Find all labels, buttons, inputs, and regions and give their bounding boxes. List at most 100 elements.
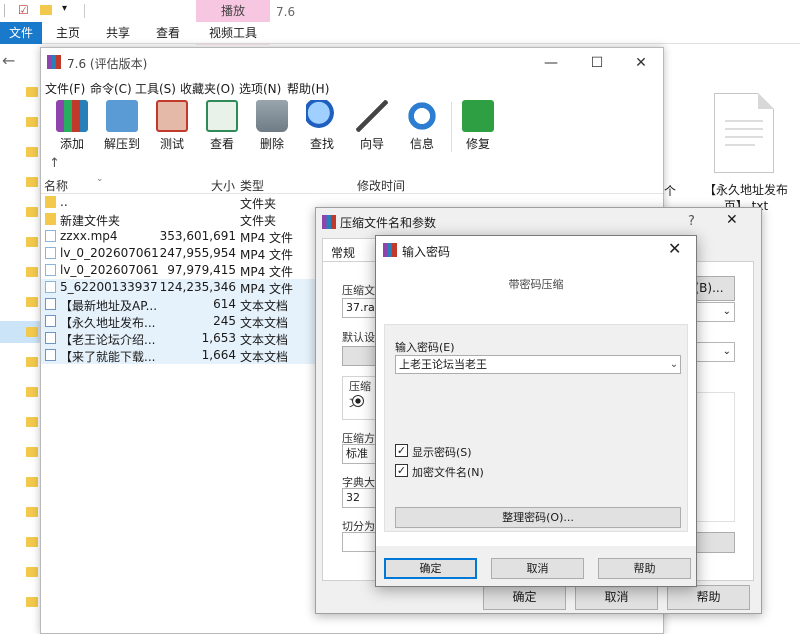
winrar-app-icon	[322, 215, 336, 229]
toolbar-separator	[451, 102, 452, 152]
repair-button[interactable]: 修复	[453, 100, 503, 156]
nav-folder-icon[interactable]	[26, 447, 38, 457]
nav-folder-icon[interactable]	[26, 117, 38, 127]
close-icon[interactable]: ✕	[668, 239, 681, 258]
menu-commands[interactable]: 命令(C)	[90, 80, 132, 97]
organize-passwords-button[interactable]: 整理密码(O)...	[395, 507, 681, 528]
info-icon	[406, 100, 438, 132]
customize-dropdown-icon[interactable]: ▾	[62, 3, 67, 14]
nav-folder-icon[interactable]	[26, 567, 38, 577]
nav-folder-icon[interactable]	[26, 327, 38, 337]
chevron-down-icon[interactable]: ⌄	[668, 356, 680, 373]
winrar-app-icon	[383, 243, 397, 257]
nav-folder-icon[interactable]	[26, 477, 38, 487]
up-folder-row: ↑	[41, 156, 663, 174]
ok-button[interactable]: 确定	[384, 558, 477, 579]
menu-options[interactable]: 选项(N)	[239, 80, 281, 97]
password-dialog-footer: 确定 取消 帮助	[376, 546, 696, 586]
winrar-toolbar: 添加 解压到 测试 查看 删除 查找 向导 信息 修复	[41, 98, 663, 156]
ok-button[interactable]: 确定	[483, 585, 566, 610]
trash-icon	[256, 100, 288, 132]
nav-folder-icon[interactable]	[26, 207, 38, 217]
nav-folder-icon[interactable]	[26, 357, 38, 367]
tab-file[interactable]: 文件	[0, 22, 42, 44]
nav-folder-icon[interactable]	[26, 597, 38, 607]
checkbox-checked-icon[interactable]: ✓	[395, 444, 408, 457]
video-file-icon	[45, 247, 56, 259]
info-button[interactable]: 信息	[397, 100, 447, 156]
text-file-icon	[45, 298, 56, 310]
archive-name-label: 压缩文	[342, 284, 375, 297]
text-file-icon	[45, 332, 56, 344]
folder-extract-icon	[106, 100, 138, 132]
password-input[interactable]: 上老王论坛当老王 ⌄	[395, 355, 681, 374]
up-arrow-icon[interactable]: ↑	[49, 156, 60, 171]
column-name[interactable]: 名称	[44, 177, 68, 194]
test-button[interactable]: 测试	[147, 100, 197, 156]
nav-folder-icon[interactable]	[26, 147, 38, 157]
nav-folder-icon[interactable]	[26, 237, 38, 247]
folder-icon	[45, 213, 56, 225]
nav-folder-icon[interactable]	[26, 267, 38, 277]
password-subtitle: 带密码压缩	[508, 278, 564, 291]
tab-home[interactable]: 主页	[48, 22, 88, 44]
maximize-button[interactable]: ☐	[577, 52, 617, 74]
help-question-icon[interactable]: ?	[688, 214, 695, 229]
properties-checkbox-icon[interactable]: ☑	[18, 3, 29, 17]
close-button[interactable]: ✕	[621, 52, 661, 74]
quick-access-divider	[4, 4, 14, 17]
back-arrow-icon[interactable]: ←	[2, 51, 15, 70]
extract-to-button[interactable]: 解压到	[97, 100, 147, 156]
close-icon[interactable]: ✕	[726, 212, 738, 228]
menu-file[interactable]: 文件(F)	[45, 80, 85, 97]
magnifier-icon	[306, 100, 338, 132]
profile-label: 默认设	[342, 331, 375, 344]
help-button[interactable]: 帮助	[667, 585, 750, 610]
checkbox-checked-icon[interactable]: ✓	[395, 464, 408, 477]
context-tab-header: 播放	[196, 0, 270, 22]
enter-password-dialog: 输入密码 ✕ 带密码压缩 输入密码(E) 上老王论坛当老王 ⌄ ✓ 显示密码(S…	[375, 235, 697, 587]
tab-general[interactable]: 常规	[322, 238, 382, 262]
column-size[interactable]: 大小	[211, 177, 235, 194]
sort-chevron-icon: ⌄	[96, 174, 104, 184]
cancel-button[interactable]: 取消	[491, 558, 584, 579]
delete-button[interactable]: 删除	[247, 100, 297, 156]
rar-format-radio[interactable]	[352, 395, 364, 407]
nav-folder-icon[interactable]	[26, 297, 38, 307]
nav-folder-icon[interactable]	[26, 537, 38, 547]
nav-folder-icon[interactable]	[26, 177, 38, 187]
ribbon-tab-bar: 文件 主页 共享 查看 视频工具	[0, 22, 800, 66]
nav-folder-icon[interactable]	[26, 87, 38, 97]
password-input-value: 上老王论坛当老王	[399, 358, 487, 371]
password-input-label: 输入密码(E)	[395, 341, 455, 354]
winrar-app-icon	[47, 55, 61, 69]
winrar-titlebar: 7.6 (评估版本) — ☐ ✕	[41, 48, 663, 78]
nav-folder-icon[interactable]	[26, 387, 38, 397]
text-file-icon	[45, 349, 56, 361]
nav-folder-icon[interactable]	[26, 507, 38, 517]
minimize-button[interactable]: —	[531, 52, 571, 74]
menu-help[interactable]: 帮助(H)	[287, 80, 329, 97]
password-dialog-titlebar: 输入密码 ✕	[376, 236, 696, 264]
help-button[interactable]: 帮助	[598, 558, 691, 579]
column-type[interactable]: 类型	[240, 177, 264, 194]
wizard-button[interactable]: 向导	[347, 100, 397, 156]
column-modified[interactable]: 修改时间	[357, 177, 405, 194]
tab-view[interactable]: 查看	[148, 22, 188, 44]
cancel-button[interactable]: 取消	[575, 585, 658, 610]
tab-share[interactable]: 共享	[98, 22, 138, 44]
explorer-titlebar: ☑ ▾ 播放 7.6	[0, 0, 800, 22]
book-view-icon	[206, 100, 238, 132]
folder-icon[interactable]	[40, 5, 52, 15]
menu-tools[interactable]: 工具(S)	[135, 80, 176, 97]
find-button[interactable]: 查找	[297, 100, 347, 156]
add-button[interactable]: 添加	[47, 100, 97, 156]
nav-folder-icon[interactable]	[26, 417, 38, 427]
winrar-title: 7.6 (评估版本)	[67, 57, 148, 71]
tab-video-tools[interactable]: 视频工具	[200, 22, 266, 44]
view-button[interactable]: 查看	[197, 100, 247, 156]
menu-favorites[interactable]: 收藏夹(O)	[180, 80, 235, 97]
password-body: 输入密码(E) 上老王论坛当老王 ⌄ ✓ 显示密码(S) ✓ 加密文件名(N) …	[384, 324, 688, 532]
password-dialog-header: 带密码压缩	[376, 264, 696, 322]
file-list-header: 名称 ⌄ 大小 类型 修改时间	[41, 174, 663, 194]
